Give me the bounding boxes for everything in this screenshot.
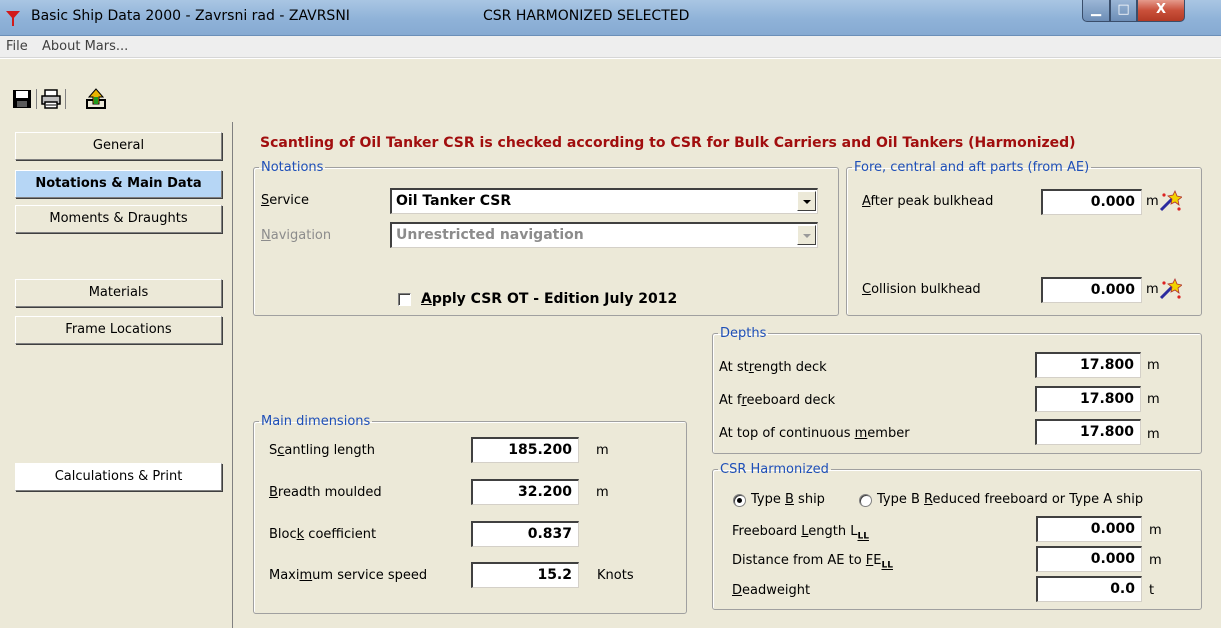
app-icon (6, 11, 20, 26)
scantling-length-unit: m (596, 443, 609, 458)
service-value: Oil Tanker CSR (396, 193, 512, 209)
save-icon[interactable] (11, 88, 33, 110)
freeboard-length-input[interactable]: 0.000 (1036, 516, 1142, 542)
type-reduced-label: Type B Reduced freeboard or Type A ship (877, 492, 1144, 507)
deadweight-input[interactable]: 0.0 (1036, 576, 1142, 602)
top-member-unit: m (1147, 427, 1160, 442)
service-speed-input[interactable]: 15.2 (471, 562, 579, 588)
freeboard-deck-label: At freeboard deck (719, 393, 836, 408)
deadweight-unit: t (1149, 583, 1155, 598)
type-b-label: Type B ship (751, 492, 825, 507)
sidebar-item-calculations-print[interactable]: Calculations & Print (15, 463, 222, 491)
sidebar-item-general[interactable]: General (15, 132, 222, 160)
top-member-input[interactable]: 17.800 (1035, 419, 1141, 445)
toolbar-separator (36, 89, 37, 109)
depths-legend: Depths (720, 326, 767, 341)
strength-deck-unit: m (1147, 358, 1160, 373)
chevron-down-icon[interactable] (797, 191, 816, 211)
service-speed-unit: Knots (597, 568, 634, 583)
page-title: Scantling of Oil Tanker CSR is checked a… (260, 135, 1076, 151)
service-speed-label: Maximum service speed (269, 568, 428, 583)
scantling-length-input[interactable]: 185.200 (471, 437, 579, 463)
main-dimensions-legend: Main dimensions (261, 414, 371, 429)
distance-input[interactable]: 0.000 (1036, 546, 1142, 572)
freeboard-length-label: Freeboard Length LLL (732, 524, 869, 542)
sidebar-item-materials[interactable]: Materials (15, 279, 222, 307)
title-bar: Basic Ship Data 2000 - Zavrsni rad - ZAV… (0, 0, 1221, 36)
breadth-label: Breadth moulded (269, 485, 382, 500)
csr-harmonized-legend: CSR Harmonized (720, 462, 829, 477)
chevron-down-icon (797, 225, 816, 245)
menu-about[interactable]: About Mars... (42, 39, 128, 54)
scantling-length-label: Scantling length (269, 443, 376, 458)
freeboard-length-unit: m (1149, 523, 1162, 538)
magic-wand-icon[interactable] (1158, 277, 1182, 301)
notations-legend: Notations (261, 160, 324, 175)
navigation-select: Unrestricted navigation (390, 222, 818, 248)
after-peak-input[interactable]: 0.000 (1041, 189, 1142, 215)
sidebar-item-frame-locations[interactable]: Frame Locations (15, 316, 222, 344)
main-panel: Scantling of Oil Tanker CSR is checked a… (232, 122, 1221, 628)
menu-file[interactable]: File (6, 39, 28, 54)
type-reduced-radio[interactable] (859, 494, 872, 507)
service-select[interactable]: Oil Tanker CSR (390, 188, 818, 214)
collision-label: Collision bulkhead (862, 282, 981, 297)
sidebar-item-notations-main-data[interactable]: Notations & Main Data (15, 170, 222, 198)
collision-unit: m (1146, 282, 1159, 297)
service-label: Service (261, 193, 310, 208)
menu-bar: File About Mars... (0, 36, 1221, 58)
strength-deck-label: At strength deck (719, 360, 827, 375)
freeboard-deck-unit: m (1147, 392, 1160, 407)
block-coefficient-label: Block coefficient (269, 527, 377, 542)
distance-label: Distance from AE to FELL (732, 553, 893, 571)
deadweight-label: Deadweight (732, 583, 811, 598)
selection-status: CSR HARMONIZED SELECTED (483, 8, 690, 24)
type-b-radio[interactable] (733, 494, 746, 507)
export-icon[interactable] (85, 88, 107, 110)
minimize-button[interactable]: ▁ (1082, 0, 1110, 22)
close-button[interactable]: X (1137, 0, 1185, 22)
apply-csr-checkbox[interactable] (398, 293, 411, 306)
distance-unit: m (1149, 553, 1162, 568)
print-icon[interactable] (40, 88, 62, 110)
breadth-unit: m (596, 485, 609, 500)
top-member-label: At top of continuous member (719, 426, 910, 441)
strength-deck-input[interactable]: 17.800 (1035, 352, 1141, 378)
navigation-label: Navigation (261, 228, 332, 243)
apply-csr-label: Apply CSR OT - Edition July 2012 (421, 291, 678, 307)
collision-input[interactable]: 0.000 (1041, 277, 1142, 303)
toolbar (0, 59, 1221, 122)
freeboard-deck-input[interactable]: 17.800 (1035, 386, 1141, 412)
window-title: Basic Ship Data 2000 - Zavrsni rad - ZAV… (31, 8, 350, 24)
magic-wand-icon[interactable] (1158, 189, 1182, 213)
fore-aft-legend: Fore, central and aft parts (from AE) (854, 160, 1090, 175)
toolbar-separator (65, 89, 66, 109)
navigation-value: Unrestricted navigation (396, 227, 584, 243)
after-peak-unit: m (1146, 194, 1159, 209)
block-coefficient-input[interactable]: 0.837 (471, 521, 579, 547)
sidebar: General Notations & Main Data Moments & … (0, 122, 232, 628)
maximize-button[interactable]: □ (1110, 0, 1137, 22)
sidebar-item-moments-draughts[interactable]: Moments & Draughts (15, 205, 222, 233)
breadth-input[interactable]: 32.200 (471, 479, 579, 505)
after-peak-label: After peak bulkhead (862, 194, 994, 209)
